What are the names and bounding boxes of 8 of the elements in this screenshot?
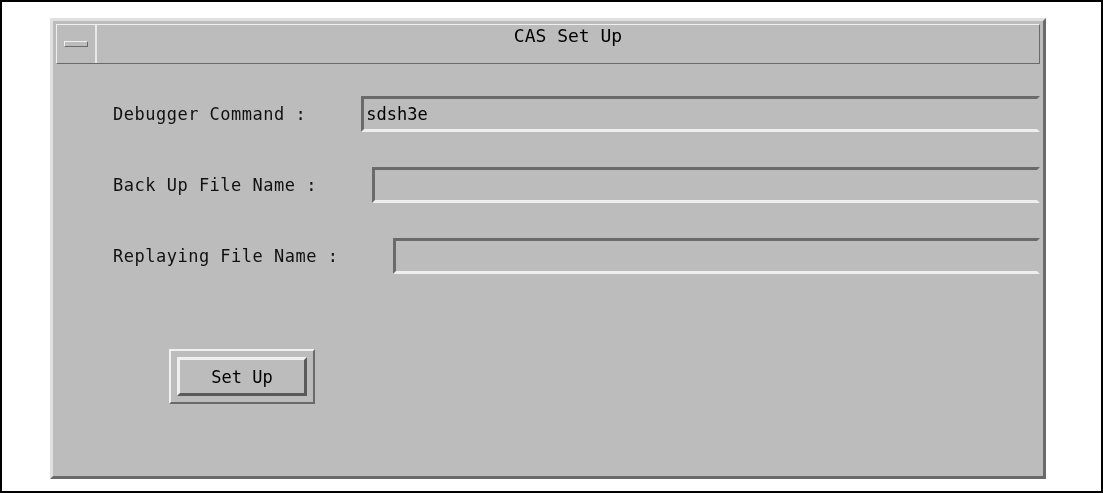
input-field[interactable]: sdsh3e — [361, 96, 1040, 132]
window-title: CAS Set Up — [512, 25, 624, 48]
field-label: Replaying File Name : — [113, 246, 339, 266]
input-field[interactable] — [393, 238, 1040, 274]
set-up-button[interactable]: Set Up — [177, 357, 307, 396]
field-label: Back Up File Name : — [113, 175, 317, 195]
input-field[interactable] — [371, 167, 1040, 203]
field-label: Debugger Command : — [113, 104, 307, 124]
